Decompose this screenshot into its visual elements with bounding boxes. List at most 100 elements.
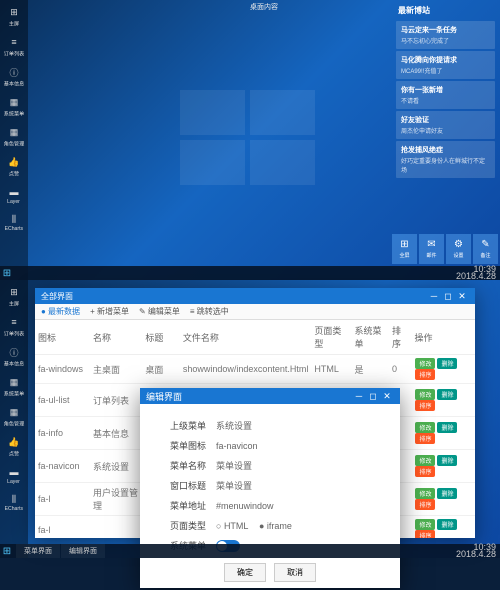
sidebar-item-0[interactable]: ⊞主屏 [0,282,28,312]
label-type: 页面类型 [156,519,206,532]
sidebar-item-2[interactable]: ⓘ基本信息 [0,62,28,92]
column-header: 系统菜单 [352,320,389,355]
sidebar-label: 系统菜单 [4,390,24,398]
sidebar-label: 点赞 [9,450,19,458]
close-icon[interactable]: ✕ [455,291,469,302]
sidebar-label: 主屏 [9,300,19,308]
sidebar-icon: ≡ [8,316,20,328]
column-header: 页面类型 [311,320,351,355]
sidebar-item-6[interactable]: ▬Layer [0,182,28,209]
edit-badge[interactable]: 修改 [415,519,435,530]
sort-badge[interactable]: 排序 [415,530,435,538]
sidebar-label: Layer [8,479,21,484]
minimize-icon[interactable]: ─ [427,291,441,301]
sidebar-icon: ⓘ [8,346,20,358]
delete-badge[interactable]: 删除 [437,519,457,530]
column-header: 排序 [389,320,411,355]
radio-iframe[interactable]: ● iframe [259,521,292,531]
value-icon: fa-navicon [216,441,258,451]
sidebar-label: 主屏 [9,20,19,28]
edit-badge[interactable]: 修改 [415,422,435,433]
sidebar-item-3[interactable]: ▦系统菜单 [0,92,28,122]
label-pagetitle: 窗口标题 [156,479,206,492]
edit-badge[interactable]: 修改 [415,488,435,499]
column-header: 标题 [142,320,179,355]
sidebar-icon: ≡ [8,36,20,48]
start-button[interactable]: ⊞ [0,266,14,280]
window-tab[interactable]: + 新增菜单 [90,306,129,317]
start-button[interactable]: ⊞ [0,544,14,558]
edit-badge[interactable]: 修改 [415,358,435,369]
minimize-icon[interactable]: ─ [352,391,366,401]
delete-badge[interactable]: 删除 [437,358,457,369]
window-tab[interactable]: ● 最新数据 [41,306,80,317]
sort-badge[interactable]: 排序 [415,499,435,510]
sidebar-item-5[interactable]: 👍点赞 [0,152,28,182]
taskbar-task[interactable]: 编辑界面 [61,544,105,558]
sidebar-icon: ▬ [8,186,20,198]
sidebar-icon: ⫼ [8,493,20,505]
notification-card[interactable]: 好友验证周杰伦申请好友 [396,111,495,139]
sort-badge[interactable]: 排序 [415,369,435,380]
delete-badge[interactable]: 删除 [437,455,457,466]
label-icon: 菜单图标 [156,439,206,452]
confirm-button[interactable]: 确定 [224,563,266,582]
edit-badge[interactable]: 修改 [415,455,435,466]
sidebar-item-7[interactable]: ⫼ECharts [0,209,28,236]
sort-badge[interactable]: 排序 [415,466,435,477]
sidebar-icon: ▦ [8,376,20,388]
action-tile[interactable]: ⊞全屏 [392,234,417,264]
window-tab[interactable]: ✎ 编辑菜单 [139,306,180,317]
delete-badge[interactable]: 删除 [437,488,457,499]
value-pagetitle: 菜单设置 [216,479,252,492]
sidebar-item-5[interactable]: 👍点赞 [0,432,28,462]
sidebar-label: 点赞 [9,170,19,178]
sidebar-item-2[interactable]: ⓘ基本信息 [0,342,28,372]
notification-card[interactable]: 你有一张新增不请看 [396,81,495,109]
sidebar-item-6[interactable]: ▬Layer [0,462,28,489]
window-title: 全部界面 [41,291,427,302]
sidebar-label: 基本信息 [4,80,24,88]
sort-badge[interactable]: 排序 [415,433,435,444]
sidebar-item-0[interactable]: ⊞主屏 [0,2,28,32]
sidebar-label: 角色管理 [4,420,24,428]
sidebar-item-7[interactable]: ⫼ECharts [0,489,28,516]
notification-card[interactable]: 马云定来一条任务马不忘初心完成了 [396,21,495,49]
action-tile[interactable]: ⚙设置 [446,234,471,264]
sidebar-item-1[interactable]: ≡ 订单列表 [0,32,28,62]
sidebar-item-4[interactable]: ▦角色管理 [0,122,28,152]
action-tile[interactable]: ✉邮件 [419,234,444,264]
label-path: 菜单地址 [156,499,206,512]
maximize-icon[interactable]: ◻ [441,291,455,302]
windows-logo-light [180,90,320,190]
notification-card[interactable]: 马化腾向你提请求MCA99!!充值了 [396,51,495,79]
cancel-button[interactable]: 取消 [274,563,316,582]
sidebar-item-1[interactable]: ≡ 订单列表 [0,312,28,342]
sidebar-item-4[interactable]: ▦角色管理 [0,402,28,432]
column-header: 图标 [35,320,90,355]
sort-badge[interactable]: 排序 [415,400,435,411]
radio-html[interactable]: ○ HTML [216,521,248,531]
action-tiles: ⊞全屏✉邮件⚙设置✎备注 [392,234,498,264]
maximize-icon[interactable]: ◻ [366,391,380,402]
action-tile[interactable]: ✎备注 [473,234,498,264]
window-tabs: ● 最新数据 + 新增菜单 ✎ 编辑菜单 ≡ 跳转选中 [35,304,475,320]
close-icon[interactable]: ✕ [380,391,394,402]
sidebar-icon: ⫼ [8,213,20,225]
delete-badge[interactable]: 删除 [437,389,457,400]
sidebar-item-3[interactable]: ▦ 系统菜单 [0,372,28,402]
edit-badge[interactable]: 修改 [415,389,435,400]
taskbar-top: ⊞ 10:39 2018.4.28 [0,266,500,280]
sidebar-label: 订单列表 [4,50,24,58]
delete-badge[interactable]: 删除 [437,422,457,433]
taskbar-task[interactable]: 菜单界面 [16,544,60,558]
notification-card[interactable]: 抢发捕风绝症好巧定重要身份人在鲜城行不定场 [396,141,495,178]
window-tab[interactable]: ≡ 跳转选中 [190,306,229,317]
sidebar-label: 角色管理 [4,140,24,148]
sidebar-label: 订单列表 [4,330,24,338]
window-titlebar[interactable]: 全部界面 ─ ◻ ✕ [35,288,475,304]
sidebar: ⊞主屏≡订单列表ⓘ基本信息▦系统菜单▦角色管理👍点赞▬Layer⫼ECharts [0,0,28,280]
modal-titlebar[interactable]: 编辑界面 ─ ◻ ✕ [140,388,400,404]
sidebar-label: 系统菜单 [4,110,24,118]
sidebar: ⊞主屏≡订单列表ⓘ基本信息▦系统菜单▦角色管理👍点赞▬Layer⫼ECharts [0,280,28,558]
